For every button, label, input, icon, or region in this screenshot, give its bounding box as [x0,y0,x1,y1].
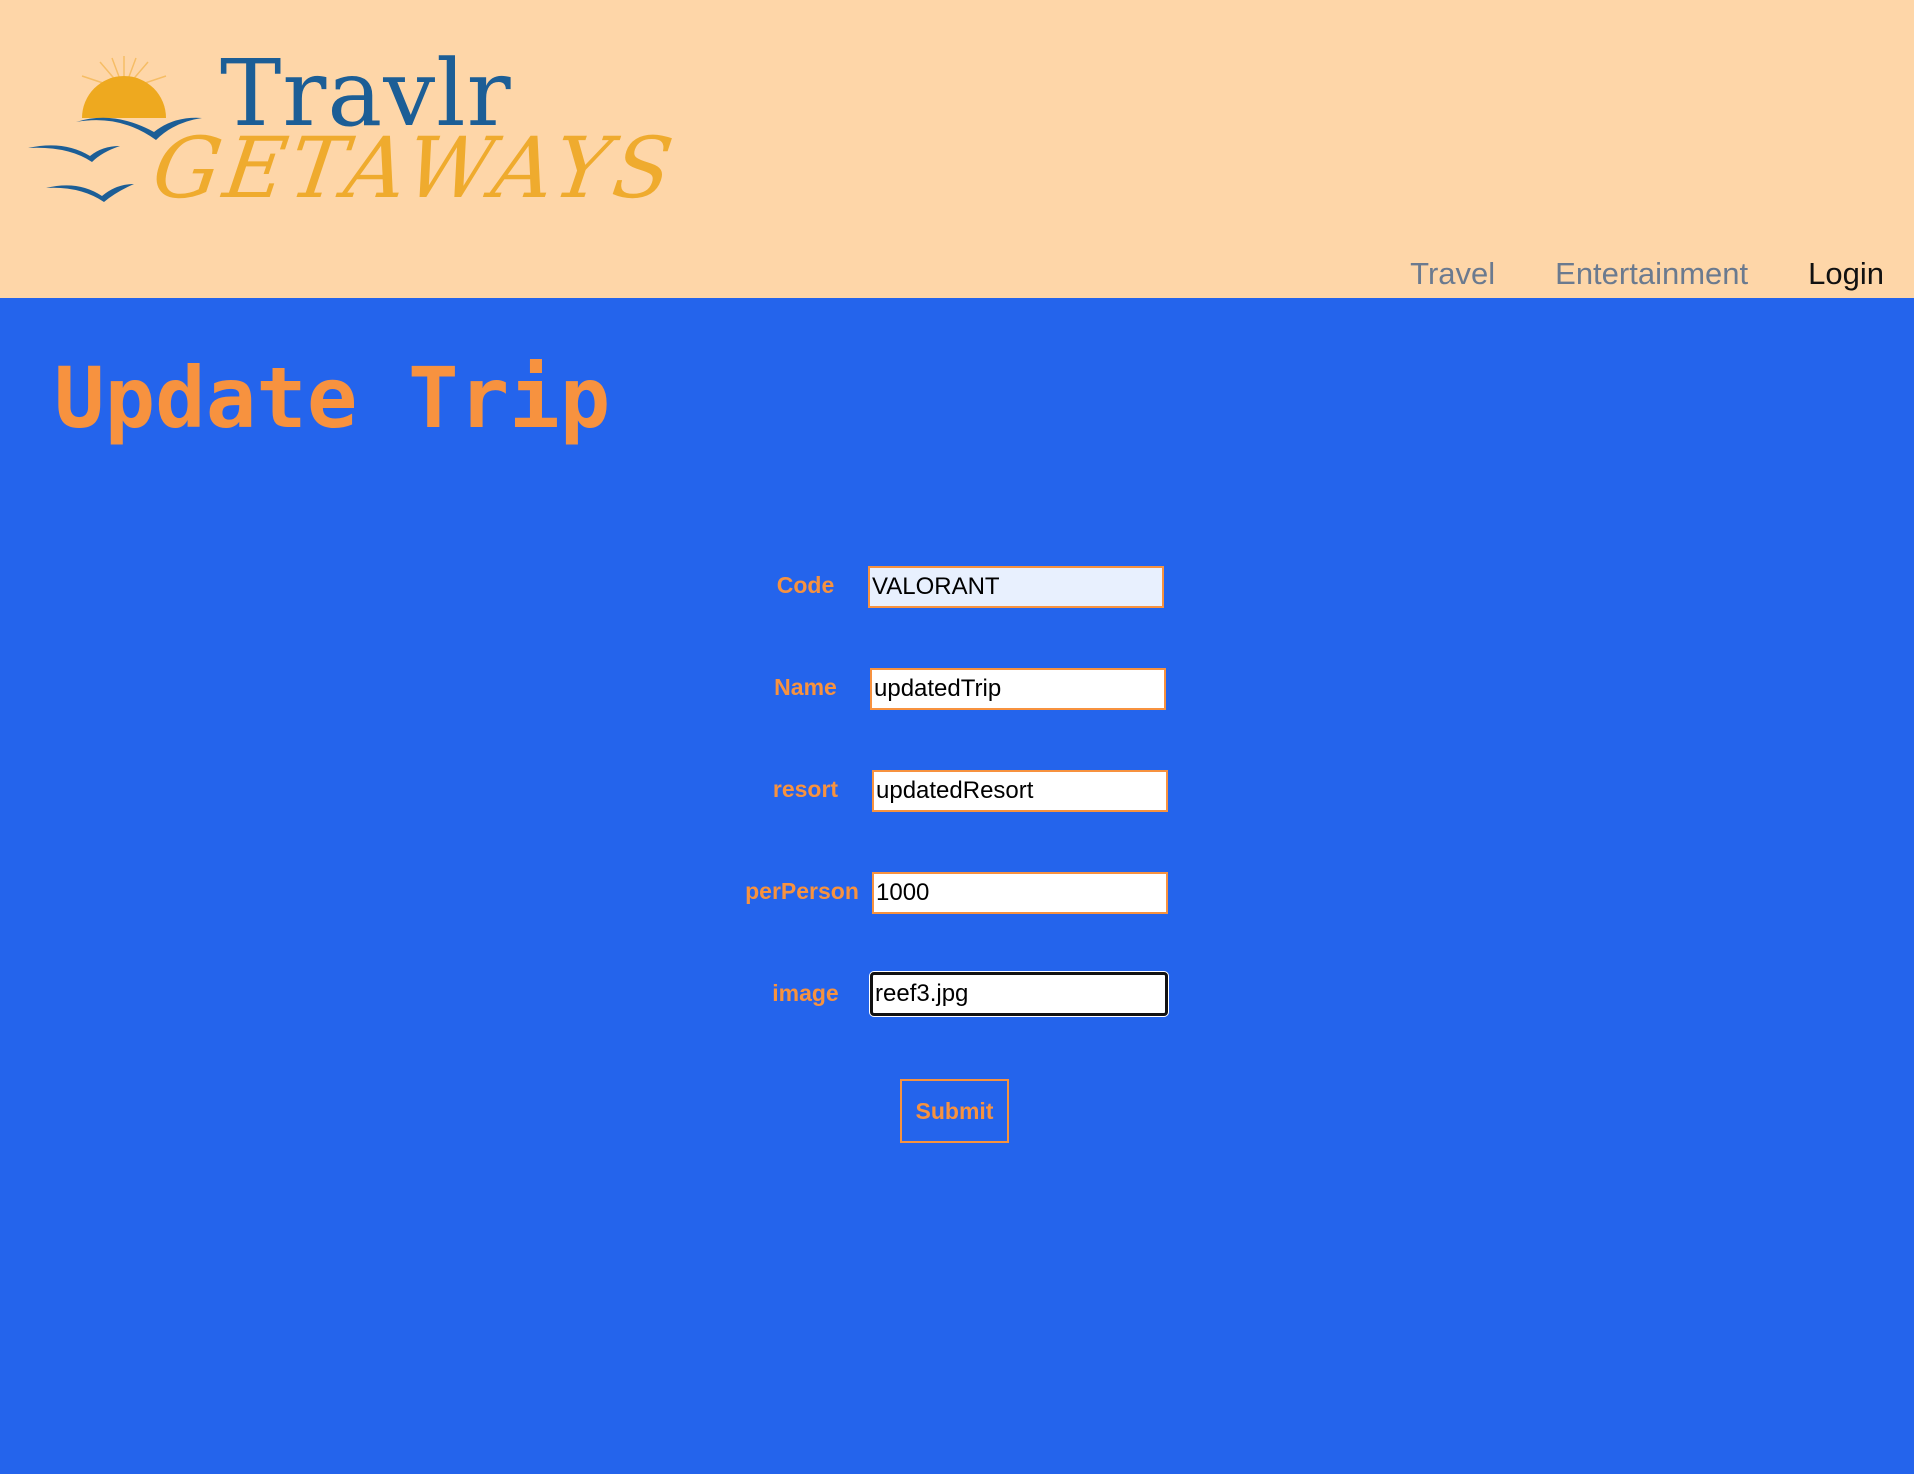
main-nav: Travel Entertainment Login [1410,256,1884,292]
form-row-resort: resort [738,770,1178,872]
code-label: Code [776,572,835,598]
nav-login-link[interactable]: Login [1808,256,1884,292]
form-row-image: image [738,972,1178,1076]
resort-input[interactable] [872,770,1168,812]
form-row-perperson: perPerson [738,872,1178,974]
page-title: Update Trip [54,349,611,447]
perperson-input[interactable] [872,872,1168,914]
image-label: image [772,980,839,1006]
form-row-code: Code [738,566,1178,668]
nav-travel-link[interactable]: Travel [1410,256,1495,292]
logo-wordmark-getaways: GETAWAYS [147,119,683,217]
travlr-getaways-logo[interactable]: Travlr GETAWAYS [24,48,682,232]
form-row-name: Name [738,668,1178,770]
name-input[interactable] [870,668,1166,710]
code-input[interactable] [868,566,1164,608]
submit-button[interactable]: Submit [900,1079,1009,1143]
update-trip-form: Code Name resort perPerson image [738,566,1178,1076]
perperson-label: perPerson [745,878,859,904]
name-label: Name [774,674,837,700]
site-header: Travlr GETAWAYS Travel Entertainment Log… [0,0,1914,298]
nav-entertainment-link[interactable]: Entertainment [1555,256,1748,292]
image-input[interactable] [870,972,1168,1016]
resort-label: resort [772,776,839,802]
